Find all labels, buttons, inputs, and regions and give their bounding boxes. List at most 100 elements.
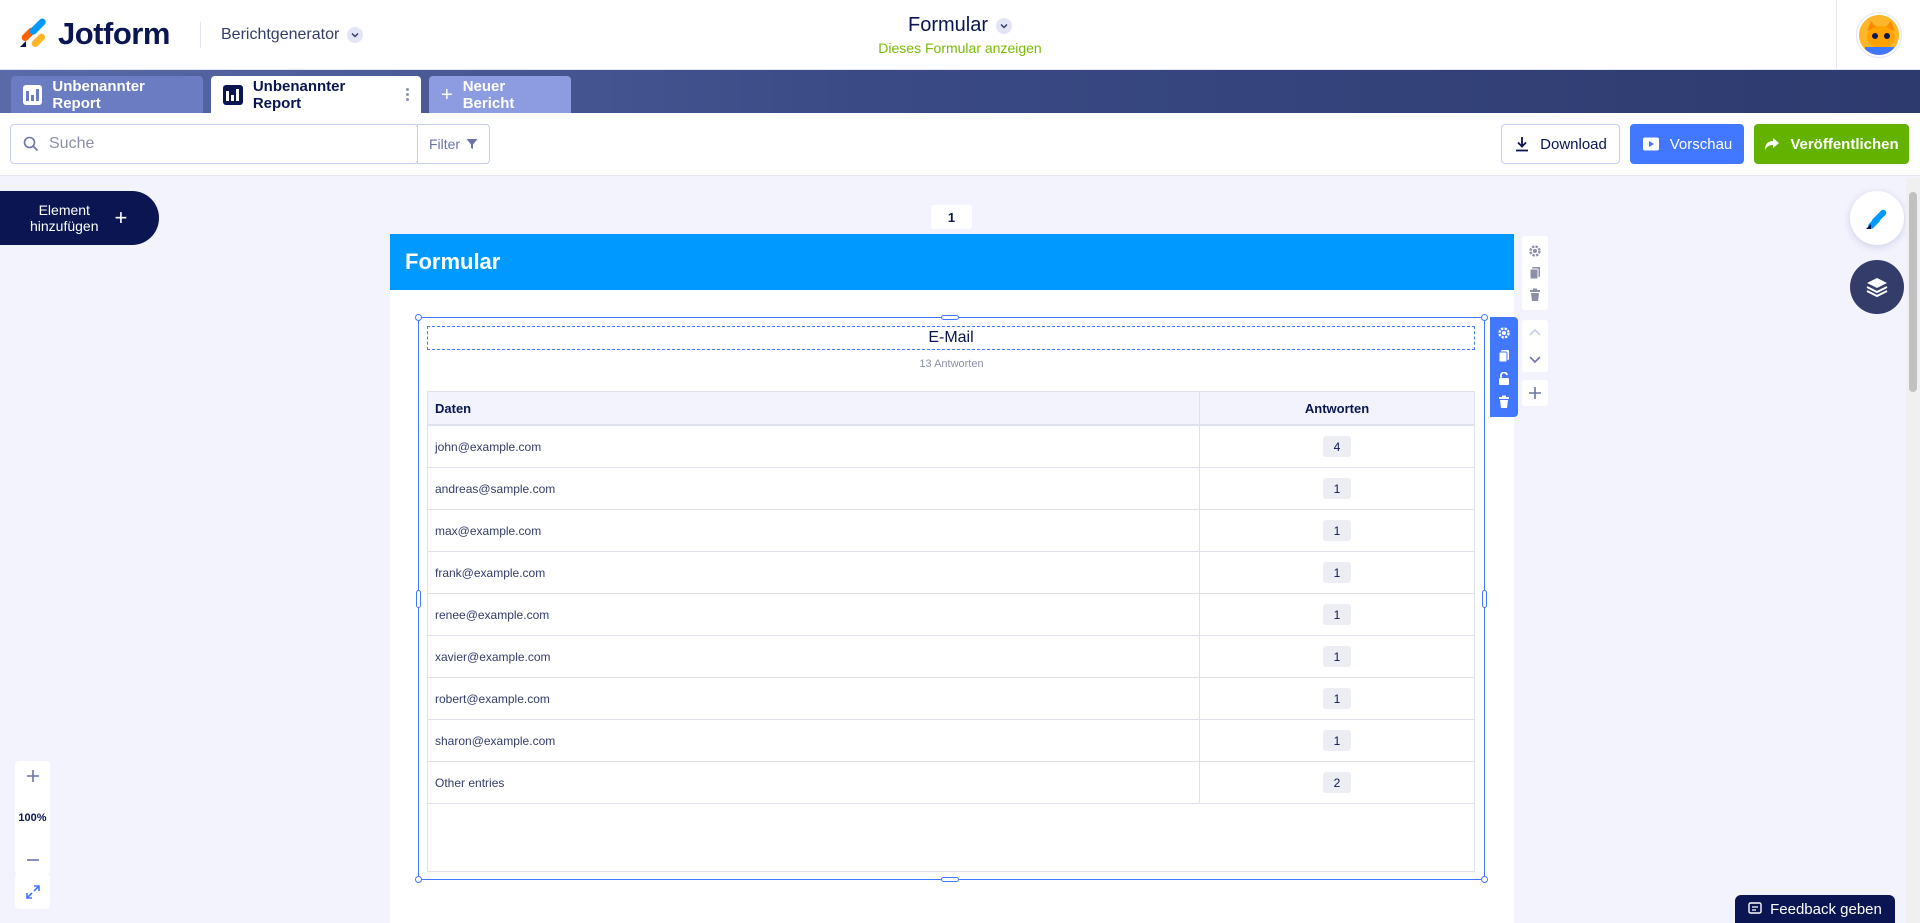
layers-button[interactable] [1850,260,1904,314]
chevron-down-icon [996,17,1012,34]
add-element-label: Element hinzufügen [30,202,99,234]
form-title: Formular [907,14,988,36]
row-label: robert@example.com [428,678,1200,719]
table-row: max@example.com 1 [428,510,1474,552]
cat-avatar-icon [1858,15,1899,55]
tab-report-1[interactable]: Unbenannter Report [11,76,203,113]
page-toolbar [1522,236,1548,310]
data-table: Daten Antworten john@example.com 4 andrea… [427,391,1475,872]
trash-icon[interactable] [1498,395,1510,409]
view-form-link[interactable]: Dieses Formular anzeigen [0,40,1920,56]
new-report-button[interactable]: + Neuer Bericht [429,76,571,113]
plus-icon: + [114,205,128,230]
filter-icon [466,139,478,149]
page-header[interactable]: Formular [390,234,1514,290]
report-icon [23,84,43,105]
account-menu[interactable] [1836,0,1920,70]
column-header-responses: Antworten [1304,400,1370,416]
expand-icon [25,884,40,899]
chevron-down-icon[interactable] [1528,354,1542,364]
response-count-badge: 1 [1323,520,1351,541]
report-page: Formular E-Mail 13 Antworten Daten Antwo… [390,234,1514,923]
plus-icon [1529,387,1541,399]
filter-button[interactable]: Filter [417,124,490,164]
search-icon [23,136,39,152]
page-number: 1 [931,205,972,229]
zoom-in-icon[interactable] [26,769,40,783]
table-row: renee@example.com 1 [428,594,1474,636]
plus-icon: + [441,83,453,106]
widget-toolbar [1490,317,1518,417]
table-row: robert@example.com 1 [428,678,1474,720]
response-count-badge: 1 [1323,646,1351,667]
search-input[interactable] [49,135,389,153]
report-tabs: Unbenannter Report Unbenannter Report + … [0,70,1920,113]
email-table-widget[interactable]: E-Mail 13 Antworten Daten Antworten john… [415,314,1488,883]
resize-handle-right[interactable] [1482,590,1487,608]
trash-icon[interactable] [1529,288,1541,302]
publish-button[interactable]: Veröffentlichen [1754,124,1909,164]
chevron-up-icon[interactable] [1528,328,1542,338]
download-button[interactable]: Download [1501,124,1620,164]
add-page-button[interactable] [1522,380,1548,406]
move-controls [1522,320,1548,372]
fit-to-screen-button[interactable] [15,874,50,909]
response-count: 13 Antworten [919,358,984,370]
gear-icon[interactable] [1497,326,1511,340]
add-element-line-1: Element [38,202,90,218]
feedback-icon [1748,902,1762,914]
column-header-data: Daten [428,392,1200,424]
search-box [10,124,418,164]
response-count-badge: 1 [1323,604,1351,625]
table-header: Daten Antworten [428,392,1474,426]
gear-icon[interactable] [1528,244,1542,258]
add-element-button[interactable]: Element hinzufügen + [0,191,159,245]
resize-handle-top[interactable] [941,315,959,320]
play-icon [1642,137,1659,151]
row-label: max@example.com [428,510,1200,551]
resize-handle-bottom-left[interactable] [415,876,422,883]
row-label: sharon@example.com [428,720,1200,761]
more-options-icon[interactable] [406,88,409,101]
report-icon [223,84,243,105]
tab-label: Unbenannter Report [252,77,346,112]
publish-label: Veröffentlichen [1790,135,1899,153]
layers-icon [1866,278,1888,298]
resize-handle-left[interactable] [416,590,421,608]
table-row: john@example.com 4 [428,426,1474,468]
jotform-assistant-button[interactable] [1850,191,1904,245]
table-row: andreas@sample.com 1 [428,468,1474,510]
table-row: frank@example.com 1 [428,552,1474,594]
resize-handle-bottom[interactable] [941,877,959,882]
row-label: andreas@sample.com [428,468,1200,509]
copy-icon[interactable] [1498,349,1510,363]
table-row: xavier@example.com 1 [428,636,1474,678]
tab-report-2[interactable]: Unbenannter Report [211,76,421,113]
copy-icon[interactable] [1529,266,1541,280]
resize-handle-top-left[interactable] [415,314,422,321]
table-row: sharon@example.com 1 [428,720,1474,762]
preview-button[interactable]: Vorschau [1630,124,1744,164]
response-count-badge: 4 [1323,436,1351,457]
response-count-badge: 1 [1323,562,1351,583]
vertical-scrollbar[interactable] [1906,178,1920,923]
filter-label: Filter [428,136,461,152]
response-count-badge: 1 [1323,478,1351,499]
new-report-label: Neuer Bericht [462,77,515,112]
row-label: renee@example.com [428,594,1200,635]
zoom-out-icon[interactable] [26,853,40,867]
top-header: Jotform Berichtgenerator Formular Dieses… [0,0,1920,70]
row-label: Other entries [428,762,1200,803]
unlock-icon[interactable] [1498,371,1510,386]
feedback-button[interactable]: Feedback geben [1735,895,1895,923]
add-element-line-2: hinzufügen [30,218,99,234]
form-title-dropdown[interactable]: Formular [908,14,1012,37]
download-icon [1516,137,1529,152]
row-label: xavier@example.com [428,636,1200,677]
resize-handle-top-right[interactable] [1481,314,1488,321]
widget-title[interactable]: E-Mail [427,326,1475,350]
resize-handle-bottom-right[interactable] [1481,876,1488,883]
response-count-badge: 1 [1323,688,1351,709]
download-label: Download [1540,135,1607,153]
scrollbar-thumb[interactable] [1909,192,1917,392]
